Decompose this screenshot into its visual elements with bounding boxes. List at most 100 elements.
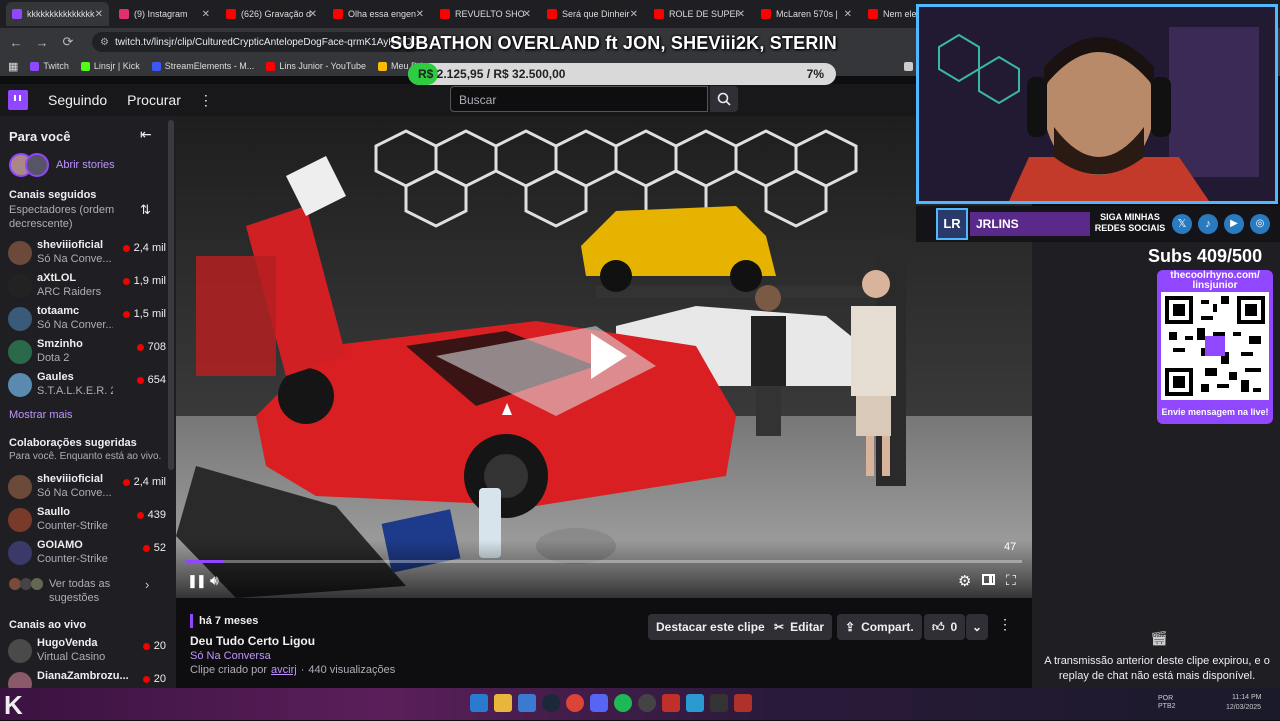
bookmark-item[interactable]: Twitch [30, 61, 69, 71]
browser-tab[interactable]: ROLE DE SUPER ✕ [648, 2, 751, 26]
play-overlay-icon[interactable] [569, 321, 639, 391]
clip-category-link[interactable]: Só Na Conversa [190, 650, 271, 662]
live-dot-icon [136, 511, 144, 519]
streamer-webcam [916, 4, 1278, 204]
spotify-icon[interactable] [614, 694, 632, 712]
tab-close-icon[interactable]: ✕ [95, 9, 103, 20]
chrome-icon[interactable] [566, 694, 584, 712]
sidebar-channel[interactable]: sheviiioficial Só Na Conve... 2,4 mil [8, 238, 168, 268]
volume-icon[interactable]: 🔊︎ [210, 572, 219, 589]
tab-close-icon[interactable]: ✕ [737, 9, 745, 20]
time-remaining: 47 [1004, 541, 1017, 553]
browser-tab[interactable]: Olha essa engen ✕ [327, 2, 430, 26]
tab-title: (9) Instagram [134, 9, 188, 19]
tab-close-icon[interactable]: ✕ [202, 9, 210, 20]
sidebar-channel[interactable]: Gaules S.T.A.L.K.E.R. 2:... 654 [8, 370, 168, 400]
app-icon-2[interactable] [686, 694, 704, 712]
twitch-logo-icon[interactable] [8, 90, 28, 110]
bookmark-item[interactable]: Linsjr | Kick [80, 61, 140, 71]
browser-tab[interactable]: McLaren 570s | ✕ [755, 2, 858, 26]
nav-following[interactable]: Seguindo [48, 92, 107, 108]
edit-label: Editar [790, 620, 825, 634]
windows-start-icon[interactable] [470, 694, 488, 712]
steam-icon[interactable] [542, 694, 560, 712]
tab-close-icon[interactable]: ✕ [523, 9, 531, 20]
url-input[interactable]: ⚙ twitch.tv/linsjr/clip/CulturedCrypticA… [92, 32, 422, 52]
open-stories-link[interactable]: Abrir stories [56, 159, 115, 171]
channel-viewers: 2,4 mil [122, 476, 166, 488]
share-button[interactable]: ⇪ Compart. [837, 614, 922, 640]
bookmark-favicon-icon [904, 61, 914, 71]
back-icon[interactable]: ← [8, 35, 24, 50]
app-icon[interactable] [662, 694, 680, 712]
sidebar-channel[interactable]: sheviiioficial Só Na Conve... 2,4 mil [8, 472, 168, 502]
sidebar-channel[interactable]: HugoVenda Virtual Casino 20 [8, 636, 168, 666]
browser-tab[interactable]: Será que Dinheir ✕ [541, 2, 644, 26]
viewer-count: 20 [153, 673, 166, 685]
bookmark-item[interactable]: StreamElements - M... [151, 61, 254, 71]
browser-tab[interactable]: REVUELTO SHOU ✕ [434, 2, 537, 26]
search-input[interactable]: Buscar [450, 86, 708, 112]
channel-viewers: 2,4 mil [122, 242, 166, 254]
reload-icon[interactable]: ⟳ [60, 34, 76, 50]
sidebar-channel[interactable]: DianaZambrozu... 20 [8, 669, 168, 688]
nav-browse[interactable]: Procurar [127, 92, 181, 108]
tab-close-icon[interactable]: ✕ [630, 9, 638, 20]
sidebar-scrollbar[interactable] [168, 120, 174, 470]
keyboard-language[interactable]: POR PTB2 [1158, 695, 1176, 711]
like-button[interactable]: 👍︎ 0 [924, 614, 966, 640]
social-icons: 𝕏 ♪ ▶ ◎ [1172, 214, 1270, 234]
app-icon-3[interactable] [734, 694, 752, 712]
stories-avatars[interactable] [9, 153, 51, 177]
feature-clip-button[interactable]: Destacar este clipe [648, 614, 773, 640]
forward-icon[interactable]: → [34, 35, 50, 50]
qr-code-graphic [1161, 292, 1269, 400]
obs-icon[interactable] [638, 694, 656, 712]
tab-close-icon[interactable]: ✕ [416, 9, 424, 20]
site-info-icon[interactable]: ⚙ [100, 37, 109, 48]
apps-icon[interactable]: ▦ [8, 60, 18, 73]
sidebar-channel[interactable]: totaamc Só Na Conver... 1,5 mil [8, 304, 168, 334]
channel-viewers: 20 [142, 640, 166, 652]
live-dot-icon [142, 544, 150, 552]
see-all-suggestions[interactable]: Ver todas as sugestões › [9, 575, 159, 605]
collapse-sidebar-icon[interactable]: ⇤ [140, 126, 152, 143]
channel-avatar [8, 541, 32, 565]
edit-button[interactable]: ✂ Editar [766, 614, 833, 640]
more-options-icon[interactable]: ⋮ [998, 616, 1012, 633]
channel-avatar [8, 340, 32, 364]
store-icon[interactable] [518, 694, 536, 712]
sidebar-channel[interactable]: aXtLOL ARC Raiders 1,9 mil [8, 271, 168, 301]
tab-close-icon[interactable]: ✕ [309, 9, 317, 20]
banner-social-text: SIGA MINHAS REDES SOCIAIS [1094, 212, 1166, 233]
tab-title: ROLE DE SUPER [669, 9, 739, 19]
sort-icon[interactable]: ⇅ [140, 202, 151, 218]
channel-game: Virtual Casino [37, 651, 106, 663]
viewer-count: 52 [153, 542, 166, 554]
tab-close-icon[interactable]: ✕ [844, 9, 852, 20]
show-more-link[interactable]: Mostrar mais [9, 409, 73, 421]
pause-icon[interactable]: ❚❚ [187, 573, 207, 589]
discord-icon[interactable] [590, 694, 608, 712]
sidebar-channel[interactable]: GOIAMO Counter-Strike 52 [8, 538, 168, 568]
terminal-icon[interactable] [710, 694, 728, 712]
settings-gear-icon[interactable]: ⚙ [958, 572, 971, 590]
file-explorer-icon[interactable] [494, 694, 512, 712]
clapper-icon: 🎬︎ [1150, 630, 1168, 646]
browser-tab[interactable]: (626) Gravação d ✕ [220, 2, 323, 26]
seek-bar[interactable] [186, 560, 1022, 563]
dislike-dropdown-button[interactable]: ⌄ [966, 614, 989, 640]
bookmark-item[interactable]: Lins Junior - YouTube [266, 61, 366, 71]
sidebar-channel[interactable]: Smzinho Dota 2 708 [8, 337, 168, 367]
search-button[interactable] [710, 86, 738, 112]
clip-creator-link[interactable]: avcirj [271, 664, 297, 676]
clip-video-player[interactable] [176, 116, 1032, 598]
browser-tab[interactable]: kkkkkkkkkkkkkkk ✕ [6, 2, 109, 26]
more-menu-icon[interactable]: ⋮ [199, 92, 213, 109]
channel-viewers: 439 [136, 509, 166, 521]
live-dot-icon [142, 675, 150, 683]
fullscreen-icon[interactable]: ⛶ [1006, 572, 1016, 589]
browser-tab[interactable]: (9) Instagram ✕ [113, 2, 216, 26]
theatre-mode-icon[interactable] [982, 574, 995, 585]
sidebar-channel[interactable]: Saullo Counter-Strike 439 [8, 505, 168, 535]
